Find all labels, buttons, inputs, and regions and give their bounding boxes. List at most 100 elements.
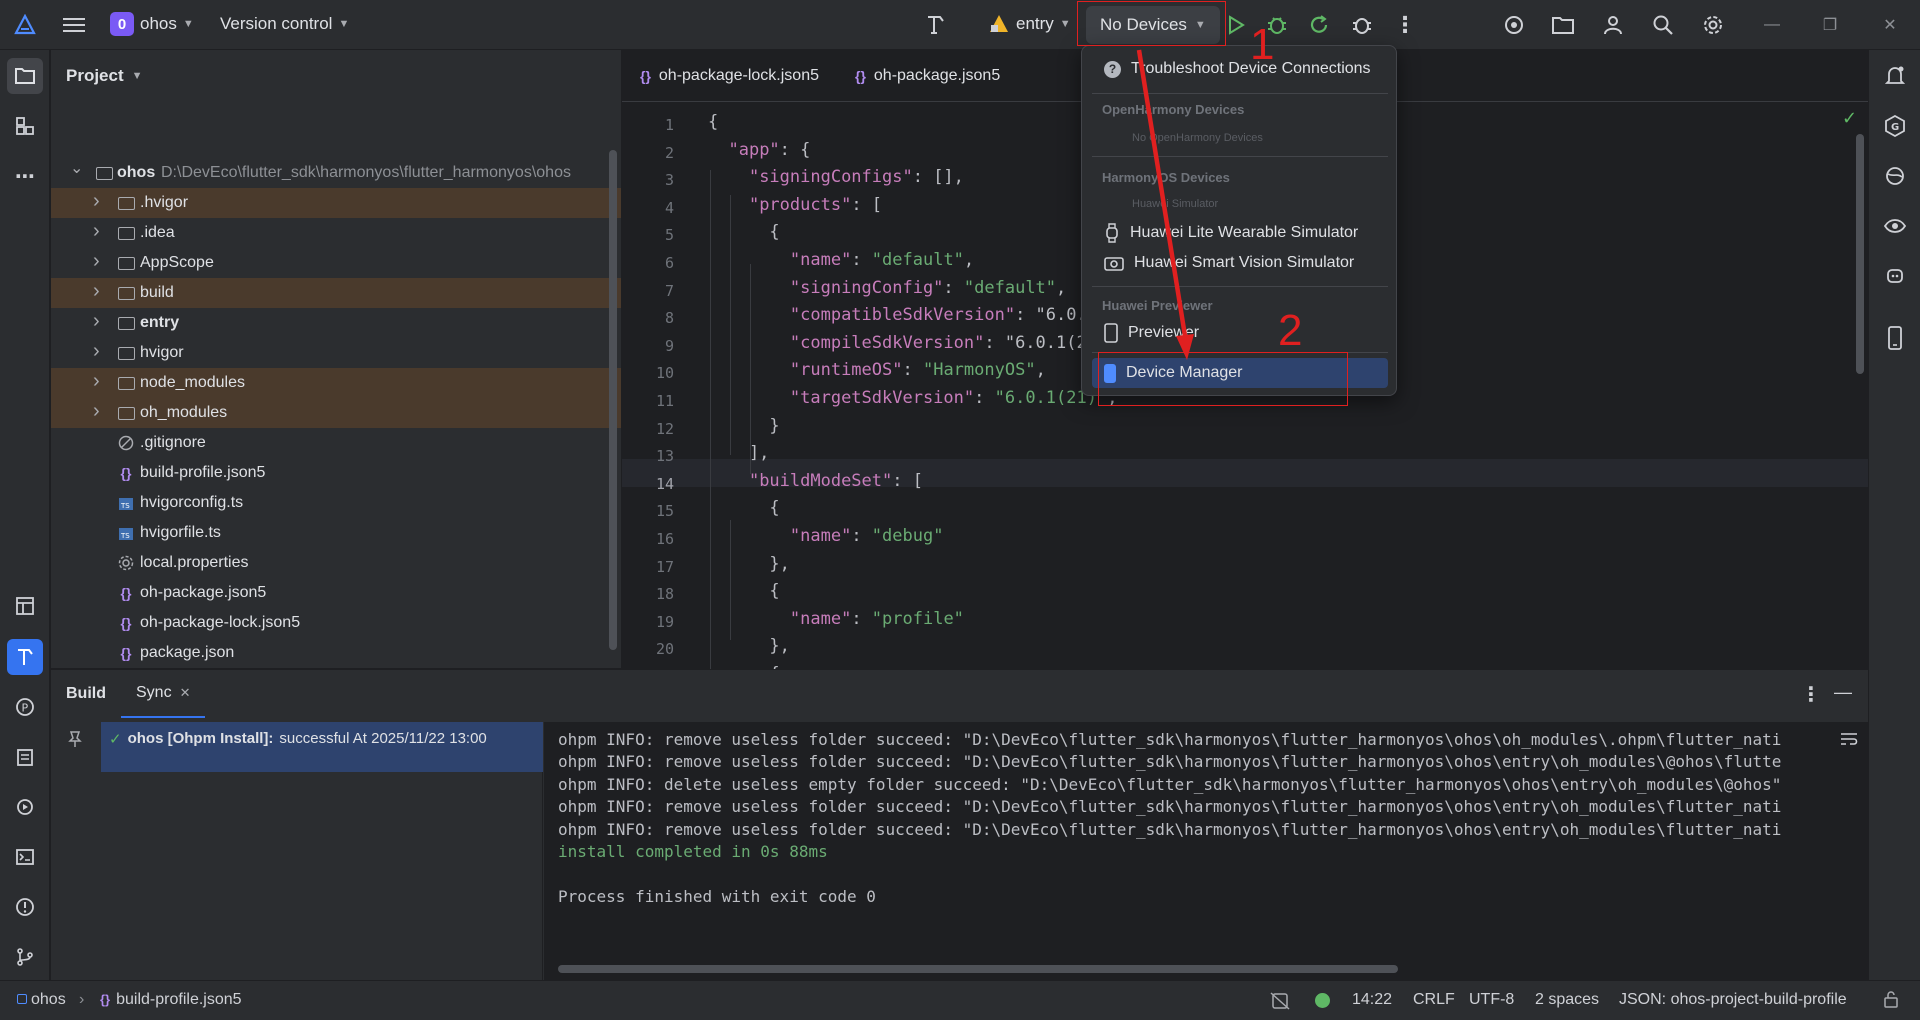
line-number: 8 <box>664 309 674 328</box>
no-problems-check-icon[interactable]: ✓ <box>1842 108 1857 129</box>
build-more-options-icon[interactable]: ⋮ <box>1801 682 1821 707</box>
tree-item[interactable]: TS hvigorconfig.ts <box>51 488 621 518</box>
folder-add-icon[interactable] <box>1545 7 1581 43</box>
module-icon <box>990 15 1008 32</box>
chevron-right-icon[interactable]: › <box>93 250 100 273</box>
run-config-selector[interactable]: entry ▼ <box>988 14 1071 34</box>
no-device-icon[interactable] <box>1270 992 1290 1015</box>
code-line: { <box>708 222 780 243</box>
codegenie-icon[interactable]: G <box>1877 108 1913 144</box>
tree-item[interactable]: › .hvigor <box>51 188 621 218</box>
editor-tab[interactable]: {} oh-package.json5 <box>837 50 1018 102</box>
wearable-simulator-item[interactable]: Huawei Lite Wearable Simulator <box>1092 218 1388 248</box>
chevron-right-icon[interactable]: › <box>93 220 100 243</box>
read-only-toggle-icon[interactable] <box>1882 990 1900 1013</box>
chevron-right-icon[interactable]: › <box>93 280 100 303</box>
settings-gear-icon[interactable] <box>1695 7 1731 43</box>
tree-item[interactable]: › AppScope <box>51 248 621 278</box>
structure-tool-icon[interactable] <box>7 108 43 144</box>
chevron-right-icon[interactable]: › <box>93 400 100 423</box>
project-tool-icon[interactable] <box>7 58 43 94</box>
editor-tab[interactable]: {} oh-package-lock.json5 <box>622 50 837 102</box>
tree-item[interactable]: › entry <box>51 308 621 338</box>
previewer-item[interactable]: Previewer <box>1092 318 1388 348</box>
soft-wrap-icon[interactable] <box>1840 732 1858 753</box>
tree-item[interactable]: {} build-profile.json5 <box>51 458 621 488</box>
apply-changes-icon[interactable] <box>1301 7 1337 43</box>
code-line: "compatibleSdkVersion": "6.0.1 <box>789 305 1097 326</box>
table-tool-icon[interactable] <box>7 588 43 624</box>
tree-item[interactable]: local.properties <box>51 548 621 578</box>
pin-icon[interactable] <box>67 730 83 753</box>
device-manager-phone-icon[interactable] <box>1877 320 1913 356</box>
app-logo-icon[interactable] <box>7 7 43 43</box>
indent-setting[interactable]: 2 spaces <box>1535 991 1599 1009</box>
tree-item[interactable]: › node_modules <box>51 368 621 398</box>
tree-root-ohos[interactable]: ⌄ ohos D:\DevEco\flutter_sdk\harmonyos\flu… <box>51 158 621 188</box>
attach-debugger-icon[interactable] <box>1344 7 1380 43</box>
tree-item[interactable]: › .idea <box>51 218 621 248</box>
typescript-file-icon: TS <box>117 494 135 512</box>
tab-build[interactable]: Build <box>51 670 121 718</box>
tree-item[interactable]: {} package.json <box>51 638 621 668</box>
tree-item-label: node_modules <box>140 374 245 391</box>
notifications-bell-icon[interactable] <box>1877 58 1913 94</box>
tree-item[interactable]: {} oh-package.json5 <box>51 578 621 608</box>
smart-vision-simulator-item[interactable]: Huawei Smart Vision Simulator <box>1092 248 1388 278</box>
tree-item[interactable]: {} oh-package-lock.json5 <box>51 608 621 638</box>
target-icon[interactable] <box>1496 7 1532 43</box>
project-panel-header[interactable]: Project ▼ <box>51 50 621 102</box>
tree-item[interactable]: TS hvigorfile.ts <box>51 518 621 548</box>
build-result-row[interactable]: ✓ ohos [Ohpm Install]: successful At 202… <box>101 722 543 772</box>
search-icon[interactable] <box>1645 7 1681 43</box>
git-tool-icon[interactable] <box>7 939 43 975</box>
todo-tool-icon[interactable] <box>7 739 43 775</box>
more-tools-icon[interactable]: ⋯ <box>7 158 43 194</box>
chevron-right-icon[interactable]: › <box>93 310 100 333</box>
vcs-menu[interactable]: Version control ▼ <box>220 14 349 34</box>
tree-item[interactable]: › oh_modules <box>51 398 621 428</box>
json-schema[interactable]: JSON: ohos-project-build-profile <box>1619 991 1847 1009</box>
breadcrumb-project[interactable]: ohos <box>17 991 66 1009</box>
tree-item[interactable]: › hvigor <box>51 338 621 368</box>
line-number: 6 <box>664 254 674 272</box>
preview-eye-icon[interactable] <box>1877 208 1913 244</box>
build-tool-icon[interactable] <box>7 639 43 675</box>
project-selector[interactable]: 0 ohos ▼ <box>110 12 194 36</box>
problems-tool-icon[interactable] <box>7 889 43 925</box>
chevron-right-icon[interactable]: › <box>93 190 100 213</box>
line-number: 9 <box>664 336 674 355</box>
file-encoding[interactable]: UTF-8 <box>1469 991 1514 1009</box>
hide-panel-icon[interactable]: — <box>1834 682 1852 703</box>
line-number: 5 <box>664 226 674 245</box>
status-indicator-icon[interactable] <box>1315 993 1330 1008</box>
minimize-button[interactable]: — <box>1744 0 1800 50</box>
services-tool-icon[interactable] <box>7 789 43 825</box>
gitignore-icon <box>117 434 135 452</box>
editor-scrollbar[interactable] <box>1856 134 1864 374</box>
chevron-right-icon[interactable]: › <box>93 340 100 363</box>
troubleshoot-menu-item[interactable]: ? Troubleshoot Device Connections <box>1092 54 1388 84</box>
project-scrollbar[interactable] <box>609 150 617 650</box>
line-separator[interactable]: CRLF <box>1413 991 1455 1009</box>
tree-item[interactable]: .gitignore <box>51 428 621 458</box>
build-hammer-icon[interactable] <box>918 7 954 43</box>
tree-item[interactable]: › build <box>51 278 621 308</box>
close-tab-icon[interactable]: ✕ <box>180 685 191 701</box>
more-actions-icon[interactable]: ⋮ <box>1387 7 1423 43</box>
breadcrumb-file[interactable]: {} build-profile.json5 <box>100 991 242 1009</box>
assistant-icon[interactable] <box>1877 258 1913 294</box>
profiler-tool-icon[interactable]: P <box>7 689 43 725</box>
maximize-button[interactable]: ❐ <box>1802 0 1858 50</box>
close-button[interactable]: ✕ <box>1862 0 1918 50</box>
account-icon[interactable] <box>1595 7 1631 43</box>
chevron-right-icon[interactable]: › <box>93 370 100 393</box>
caret-position[interactable]: 14:22 <box>1352 991 1392 1009</box>
build-console-output[interactable]: ohpm INFO: remove useless folder succeed… <box>544 722 1868 981</box>
arkui-inspector-icon[interactable] <box>1877 158 1913 194</box>
tab-sync[interactable]: Sync ✕ <box>121 670 206 718</box>
chevron-expanded-icon[interactable]: ⌄ <box>70 158 83 178</box>
terminal-tool-icon[interactable] <box>7 839 43 875</box>
console-horizontal-scrollbar[interactable] <box>558 965 1398 973</box>
main-menu-icon[interactable] <box>56 7 92 43</box>
